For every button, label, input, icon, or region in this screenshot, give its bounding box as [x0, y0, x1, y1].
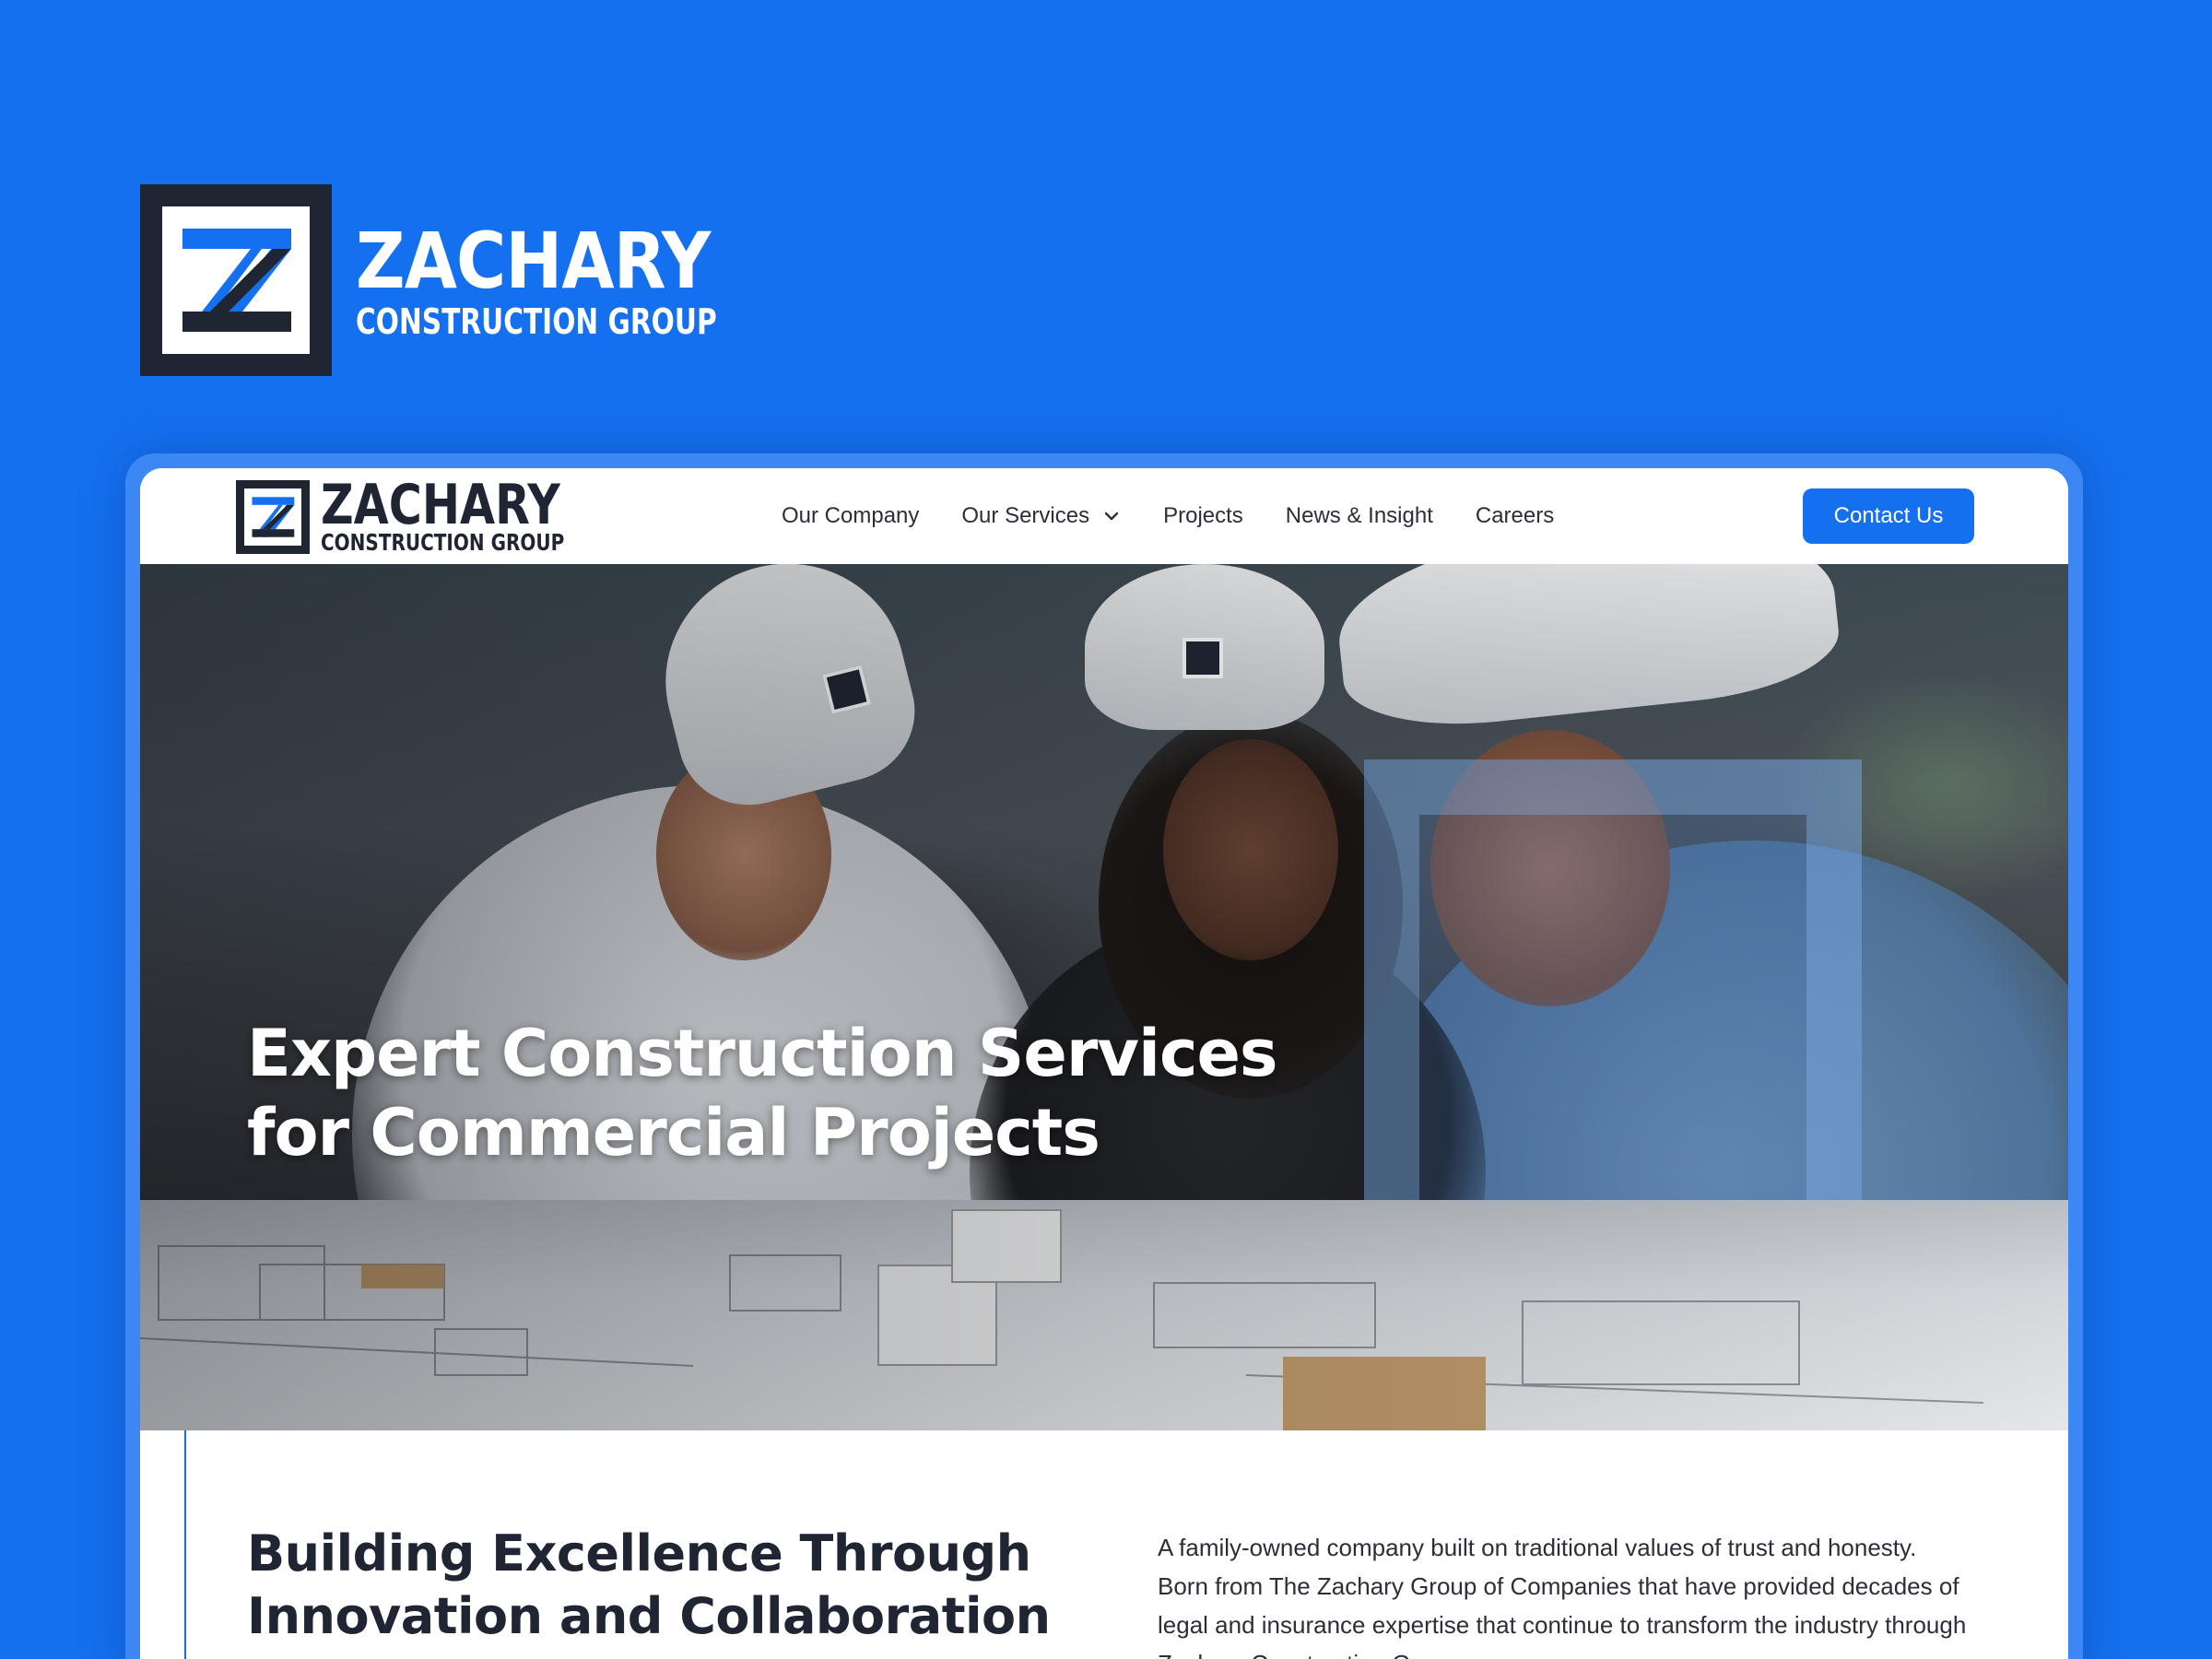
intro-heading-line-2: Innovation and Collaboration [247, 1587, 1051, 1645]
hero-headline-line-1: Expert Construction Services [247, 1016, 1278, 1091]
hero-headline: Expert Construction Services for Commerc… [247, 1014, 1445, 1172]
contact-us-button[interactable]: Contact Us [1803, 488, 1974, 544]
website-preview: ZACHARY CONSTRUCTION GROUP Our Company O… [140, 468, 2068, 1659]
intro-body: A family-owned company built on traditio… [1158, 1534, 1967, 1659]
nav-link-careers[interactable]: Careers [1476, 503, 1554, 529]
brand-tagline: CONSTRUCTION GROUP [356, 301, 717, 342]
site-header: ZACHARY CONSTRUCTION GROUP Our Company O… [140, 468, 2068, 564]
header-brand-name: ZACHARY [321, 473, 560, 537]
chevron-down-icon [1104, 512, 1119, 521]
nav-link-news-insight[interactable]: News & Insight [1286, 503, 1433, 529]
intro-heading-line-1: Building Excellence Through [247, 1524, 1031, 1583]
hero-headline-line-2: for Commercial Projects [247, 1095, 1100, 1171]
section-accent-line [184, 1430, 186, 1659]
hero-banner: Expert Construction Services for Commerc… [140, 564, 2068, 1430]
main-nav: Our Company Our Services Projects News &… [782, 468, 1596, 564]
intro-heading: Building Excellence Through Innovation a… [247, 1523, 1077, 1648]
header-logo[interactable]: ZACHARY CONSTRUCTION GROUP [236, 473, 625, 556]
brand-name: ZACHARY [356, 216, 711, 306]
header-brand-tagline: CONSTRUCTION GROUP [321, 529, 565, 556]
z-logo-icon [236, 480, 310, 554]
nav-link-our-company[interactable]: Our Company [782, 503, 919, 529]
nav-link-our-services[interactable]: Our Services [961, 503, 1121, 529]
nav-link-label: Our Services [961, 503, 1090, 528]
nav-link-projects[interactable]: Projects [1163, 503, 1243, 529]
brand-lockup-large: ZACHARY CONSTRUCTION GROUP [140, 184, 818, 376]
z-logo-icon [140, 184, 332, 376]
